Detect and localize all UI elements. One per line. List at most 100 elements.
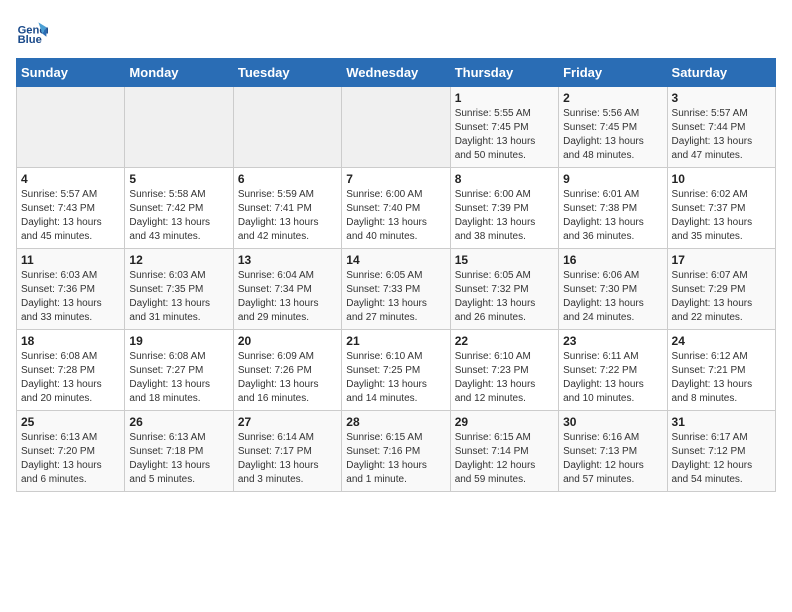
day-info: Sunrise: 6:10 AM Sunset: 7:25 PM Dayligh…	[346, 350, 445, 406]
day-number: 19	[129, 334, 228, 348]
day-cell	[17, 87, 125, 168]
logo: General Blue	[16, 16, 56, 48]
day-info: Sunrise: 5:59 AM Sunset: 7:41 PM Dayligh…	[238, 188, 337, 244]
header-wednesday: Wednesday	[342, 59, 450, 87]
day-cell: 12Sunrise: 6:03 AM Sunset: 7:35 PM Dayli…	[125, 249, 233, 330]
day-cell: 5 Sunrise: 5:58 AM Sunset: 7:42 PM Daylig…	[125, 168, 233, 249]
week-row-2: 4 Sunrise: 5:57 AM Sunset: 7:43 PM Daylig…	[17, 168, 776, 249]
day-cell: 11 Sunrise: 6:03 AM Sunset: 7:36 PM Dayli…	[17, 249, 125, 330]
day-number: 29	[455, 415, 554, 429]
day-info: Sunrise: 6:11 AM Sunset: 7:22 PM Dayligh…	[563, 350, 662, 406]
day-number: 22	[455, 334, 554, 348]
day-info: Sunrise: 6:17 AM Sunset: 7:12 PM Dayligh…	[672, 431, 771, 487]
day-info: Sunrise: 5:57 AM Sunset: 7:44 PM Dayligh…	[672, 107, 771, 163]
day-info: Sunrise: 5:57 AM Sunset: 7:43 PM Dayligh…	[21, 188, 120, 244]
day-cell	[125, 87, 233, 168]
day-number: 15	[455, 253, 554, 267]
day-number: 9	[563, 172, 662, 186]
day-number: 18	[21, 334, 120, 348]
header-thursday: Thursday	[450, 59, 558, 87]
week-row-5: 25 Sunrise: 6:13 AM Sunset: 7:20 PM Dayli…	[17, 411, 776, 492]
day-number: 5	[129, 172, 228, 186]
day-number: 20	[238, 334, 337, 348]
day-info: Sunrise: 6:13 AM Sunset: 7:20 PM Dayligh…	[21, 431, 120, 487]
header-sunday: Sunday	[17, 59, 125, 87]
day-info: Sunrise: 6:01 AM Sunset: 7:38 PM Dayligh…	[563, 188, 662, 244]
day-info: Sunrise: 6:04 AM Sunset: 7:34 PM Dayligh…	[238, 269, 337, 325]
day-cell: 17 Sunrise: 6:07 AM Sunset: 7:29 PM Dayli…	[667, 249, 775, 330]
day-cell: 7 Sunrise: 6:00 AM Sunset: 7:40 PM Daylig…	[342, 168, 450, 249]
day-cell: 2 Sunrise: 5:56 AM Sunset: 7:45 PM Daylig…	[559, 87, 667, 168]
day-number: 21	[346, 334, 445, 348]
day-info: Sunrise: 6:03 AM Sunset: 7:36 PM Dayligh…	[21, 269, 120, 325]
day-info: Sunrise: 6:07 AM Sunset: 7:29 PM Dayligh…	[672, 269, 771, 325]
header-monday: Monday	[125, 59, 233, 87]
day-number: 13	[238, 253, 337, 267]
day-cell: 26Sunrise: 6:13 AM Sunset: 7:18 PM Dayli…	[125, 411, 233, 492]
day-info: Sunrise: 6:08 AM Sunset: 7:28 PM Dayligh…	[21, 350, 120, 406]
day-cell: 24 Sunrise: 6:12 AM Sunset: 7:21 PM Dayli…	[667, 330, 775, 411]
day-cell: 8 Sunrise: 6:00 AM Sunset: 7:39 PM Daylig…	[450, 168, 558, 249]
day-cell: 9 Sunrise: 6:01 AM Sunset: 7:38 PM Daylig…	[559, 168, 667, 249]
svg-text:Blue: Blue	[18, 34, 42, 46]
day-cell: 13 Sunrise: 6:04 AM Sunset: 7:34 PM Dayli…	[233, 249, 341, 330]
day-cell: 23 Sunrise: 6:11 AM Sunset: 7:22 PM Dayli…	[559, 330, 667, 411]
day-cell: 15 Sunrise: 6:05 AM Sunset: 7:32 PM Dayli…	[450, 249, 558, 330]
week-row-1: 1Sunrise: 5:55 AM Sunset: 7:45 PM Daylig…	[17, 87, 776, 168]
day-number: 27	[238, 415, 337, 429]
day-cell: 29 Sunrise: 6:15 AM Sunset: 7:14 PM Dayli…	[450, 411, 558, 492]
day-cell: 10 Sunrise: 6:02 AM Sunset: 7:37 PM Dayli…	[667, 168, 775, 249]
day-number: 12	[129, 253, 228, 267]
day-number: 30	[563, 415, 662, 429]
calendar-header-row: SundayMondayTuesdayWednesdayThursdayFrid…	[17, 59, 776, 87]
day-info: Sunrise: 6:05 AM Sunset: 7:33 PM Dayligh…	[346, 269, 445, 325]
day-cell: 19 Sunrise: 6:08 AM Sunset: 7:27 PM Dayli…	[125, 330, 233, 411]
day-number: 2	[563, 91, 662, 105]
day-info: Sunrise: 6:06 AM Sunset: 7:30 PM Dayligh…	[563, 269, 662, 325]
day-number: 31	[672, 415, 771, 429]
day-number: 24	[672, 334, 771, 348]
day-info: Sunrise: 6:13 AM Sunset: 7:18 PM Dayligh…	[129, 431, 228, 487]
day-cell	[342, 87, 450, 168]
header-saturday: Saturday	[667, 59, 775, 87]
day-number: 28	[346, 415, 445, 429]
day-info: Sunrise: 6:14 AM Sunset: 7:17 PM Dayligh…	[238, 431, 337, 487]
day-info: Sunrise: 5:56 AM Sunset: 7:45 PM Dayligh…	[563, 107, 662, 163]
day-number: 8	[455, 172, 554, 186]
day-number: 4	[21, 172, 120, 186]
day-info: Sunrise: 5:58 AM Sunset: 7:42 PM Dayligh…	[129, 188, 228, 244]
day-number: 17	[672, 253, 771, 267]
calendar-table: SundayMondayTuesdayWednesdayThursdayFrid…	[16, 58, 776, 492]
day-number: 7	[346, 172, 445, 186]
day-info: Sunrise: 6:16 AM Sunset: 7:13 PM Dayligh…	[563, 431, 662, 487]
day-cell: 27 Sunrise: 6:14 AM Sunset: 7:17 PM Dayli…	[233, 411, 341, 492]
day-info: Sunrise: 6:09 AM Sunset: 7:26 PM Dayligh…	[238, 350, 337, 406]
day-number: 6	[238, 172, 337, 186]
day-cell: 21 Sunrise: 6:10 AM Sunset: 7:25 PM Dayli…	[342, 330, 450, 411]
day-number: 16	[563, 253, 662, 267]
day-number: 10	[672, 172, 771, 186]
header-tuesday: Tuesday	[233, 59, 341, 87]
day-info: Sunrise: 6:08 AM Sunset: 7:27 PM Dayligh…	[129, 350, 228, 406]
day-info: Sunrise: 6:12 AM Sunset: 7:21 PM Dayligh…	[672, 350, 771, 406]
day-number: 25	[21, 415, 120, 429]
day-cell: 18 Sunrise: 6:08 AM Sunset: 7:28 PM Dayli…	[17, 330, 125, 411]
day-info: Sunrise: 6:05 AM Sunset: 7:32 PM Dayligh…	[455, 269, 554, 325]
day-info: Sunrise: 6:15 AM Sunset: 7:16 PM Dayligh…	[346, 431, 445, 487]
day-cell: 31 Sunrise: 6:17 AM Sunset: 7:12 PM Dayli…	[667, 411, 775, 492]
day-cell: 6 Sunrise: 5:59 AM Sunset: 7:41 PM Daylig…	[233, 168, 341, 249]
day-info: Sunrise: 6:00 AM Sunset: 7:39 PM Dayligh…	[455, 188, 554, 244]
day-info: Sunrise: 6:00 AM Sunset: 7:40 PM Dayligh…	[346, 188, 445, 244]
day-cell: 25 Sunrise: 6:13 AM Sunset: 7:20 PM Dayli…	[17, 411, 125, 492]
day-info: Sunrise: 6:02 AM Sunset: 7:37 PM Dayligh…	[672, 188, 771, 244]
day-cell: 14Sunrise: 6:05 AM Sunset: 7:33 PM Dayli…	[342, 249, 450, 330]
header: General Blue	[16, 16, 776, 48]
day-info: Sunrise: 6:15 AM Sunset: 7:14 PM Dayligh…	[455, 431, 554, 487]
day-cell: 3Sunrise: 5:57 AM Sunset: 7:44 PM Daylig…	[667, 87, 775, 168]
day-number: 23	[563, 334, 662, 348]
day-cell: 16 Sunrise: 6:06 AM Sunset: 7:30 PM Dayli…	[559, 249, 667, 330]
week-row-3: 11 Sunrise: 6:03 AM Sunset: 7:36 PM Dayli…	[17, 249, 776, 330]
day-number: 11	[21, 253, 120, 267]
day-cell: 4 Sunrise: 5:57 AM Sunset: 7:43 PM Daylig…	[17, 168, 125, 249]
week-row-4: 18 Sunrise: 6:08 AM Sunset: 7:28 PM Dayli…	[17, 330, 776, 411]
